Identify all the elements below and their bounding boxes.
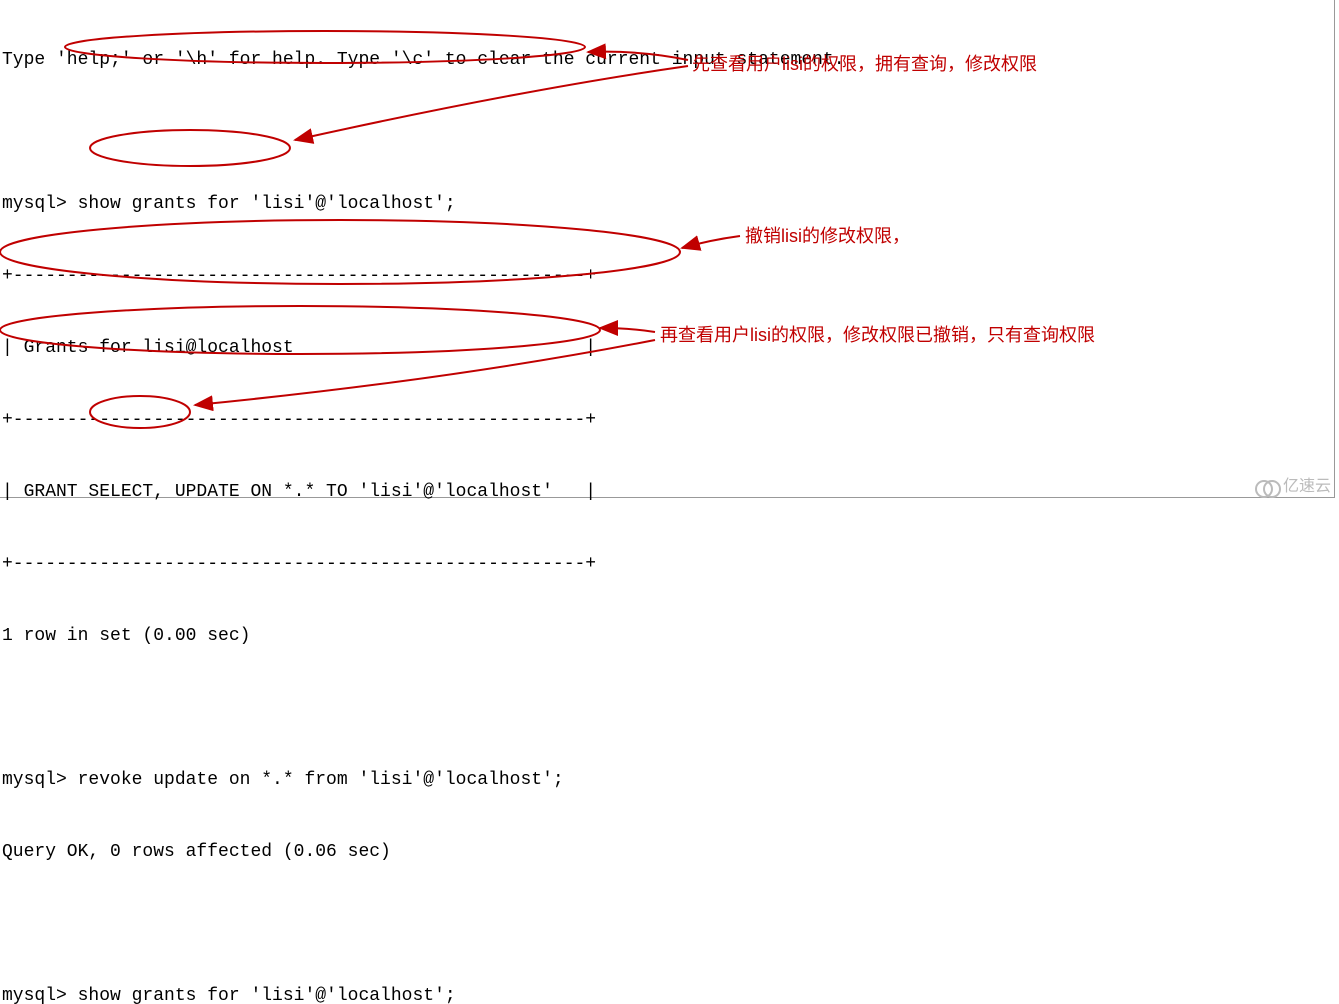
terminal-line: 1 row in set (0.00 sec)	[2, 624, 1332, 648]
terminal-output: Type 'help;' or '\h' for help. Type '\c'…	[0, 0, 1335, 498]
terminal-line: Query OK, 0 rows affected (0.06 sec)	[2, 840, 1332, 864]
annotation-2: 撤销lisi的修改权限，	[745, 224, 910, 248]
watermark-text: 亿速云	[1283, 475, 1331, 499]
terminal-line	[2, 696, 1332, 720]
watermark: 亿速云	[1255, 475, 1331, 499]
terminal-line: +---------------------------------------…	[2, 552, 1332, 576]
terminal-line: +---------------------------------------…	[2, 264, 1332, 288]
terminal-line	[2, 912, 1332, 936]
terminal-line: | GRANT SELECT, UPDATE ON *.* TO 'lisi'@…	[2, 480, 1332, 504]
terminal-line: Type 'help;' or '\h' for help. Type '\c'…	[2, 48, 1332, 72]
annotation-3: 再查看用户lisi的权限，修改权限已撤销，只有查询权限	[660, 323, 1095, 347]
terminal-line: mysql> show grants for 'lisi'@'localhost…	[2, 984, 1332, 1004]
terminal-line: +---------------------------------------…	[2, 408, 1332, 432]
annotation-1: 先查看用户lisi的权限，拥有查询，修改权限	[692, 52, 1037, 76]
terminal-line: mysql> show grants for 'lisi'@'localhost…	[2, 192, 1332, 216]
terminal-line	[2, 120, 1332, 144]
terminal-line: mysql> revoke update on *.* from 'lisi'@…	[2, 768, 1332, 792]
watermark-icon	[1255, 480, 1279, 494]
